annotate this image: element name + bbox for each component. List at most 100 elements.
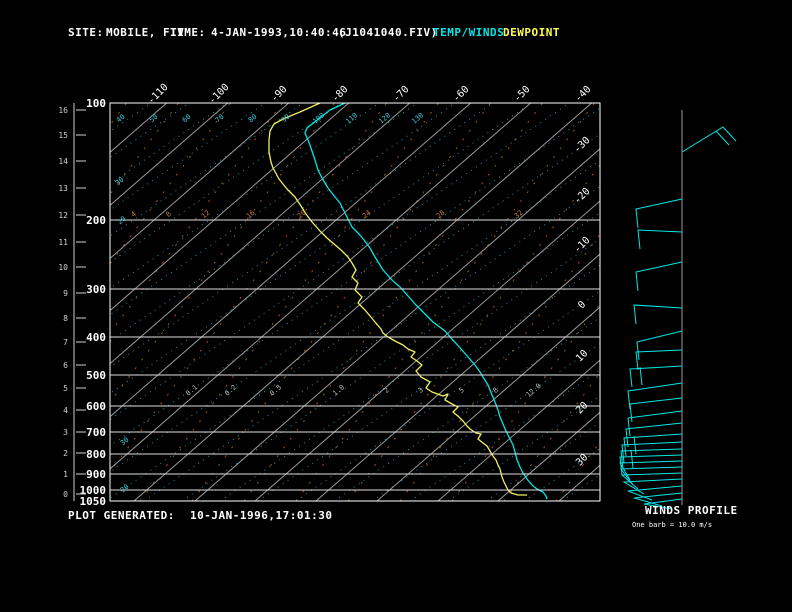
- dry-adiabat-label: 24: [361, 209, 373, 221]
- wind-barb: [637, 229, 683, 250]
- dry-adiabat-line: [0, 103, 23, 501]
- dry-adiabat-line: [451, 302, 600, 501]
- moist-adiabat-edge-label: 30: [114, 176, 126, 188]
- wind-barb: [619, 454, 683, 476]
- isotherm-line: [110, 103, 472, 418]
- moist-adiabat-label: 120: [377, 111, 392, 125]
- moist-adiabat-edge-label: 30: [119, 436, 131, 448]
- moist-adiabat-line: [447, 395, 600, 501]
- moist-adiabat-label: 130: [410, 111, 425, 125]
- moist-adiabat-line: [110, 103, 266, 211]
- wind-barb: [627, 382, 683, 410]
- moist-adiabat-line: [110, 103, 532, 395]
- moist-adiabat-line: [110, 133, 600, 473]
- temp-label-right: -20: [572, 186, 593, 207]
- pressure-tick-label: 700: [86, 426, 106, 439]
- moist-adiabat-label: 70: [214, 113, 226, 125]
- temp-label-top: -50: [512, 84, 533, 105]
- wind-barb: [636, 330, 683, 361]
- isotherm-line: [315, 253, 600, 501]
- height-tick-label: 7: [63, 338, 68, 347]
- wind-barb: [620, 448, 683, 470]
- wind-barb: [635, 261, 683, 292]
- dry-adiabat-label: 8: [165, 210, 173, 219]
- plot-frame: [109, 102, 601, 502]
- moist-adiabat-line: [110, 103, 304, 237]
- moist-adiabat-line: [523, 447, 600, 501]
- moist-adiabat-line: [257, 264, 600, 501]
- wind-barb: [619, 460, 683, 481]
- temp-label-right: -30: [572, 135, 593, 156]
- dry-adiabat-line: [139, 103, 439, 501]
- height-tick-label: 5: [63, 384, 68, 393]
- temp-label-top: -40: [573, 84, 594, 105]
- height-tick-label: 6: [63, 361, 68, 370]
- winds-profile-caption: One barb = 10.0 m/s: [632, 521, 713, 529]
- pressure-tick-label: 100: [86, 97, 106, 110]
- dry-adiabat-line: [555, 441, 600, 501]
- moist-adiabat-line: [110, 103, 114, 106]
- moist-adiabat-label: 90: [280, 113, 292, 125]
- dry-adiabat-line: [110, 103, 179, 196]
- moist-adiabat-line: [295, 290, 600, 501]
- isotherm-line: [558, 464, 600, 501]
- moist-adiabat-line: [110, 159, 600, 499]
- isotherm-line: [0, 103, 107, 501]
- temp-label-top: -80: [330, 84, 351, 105]
- moist-adiabat-line: [110, 103, 190, 159]
- height-tick-label: 10: [58, 263, 68, 272]
- height-tick-label: 9: [63, 289, 68, 298]
- mixing-ratio-label: 5: [458, 386, 466, 395]
- pressure-tick-label: 900: [86, 468, 106, 481]
- sounding-screen: SITE: MOBILE, FIV TIME: 4-JAN-1993,10:40…: [0, 0, 792, 612]
- wind-barb: [630, 449, 634, 469]
- temp-label-right: -10: [572, 235, 593, 256]
- moist-adiabat-label: 50: [148, 113, 160, 125]
- moist-adiabat-line: [110, 103, 456, 342]
- mixing-ratio-label: 3: [417, 386, 425, 395]
- plot-generated-label: PLOT GENERATED:: [68, 509, 175, 522]
- moist-adiabat-label: 40: [115, 113, 127, 125]
- wind-barb: [639, 366, 643, 386]
- isotherm-line: [620, 103, 792, 501]
- mixing-ratio-label: 2: [383, 386, 391, 395]
- moist-adiabat-edge-label: 20: [119, 483, 131, 495]
- pressure-tick-label: 500: [86, 369, 106, 382]
- moist-adiabat-line: [485, 421, 600, 501]
- wind-barb: [629, 397, 683, 423]
- moist-adiabat-line: [409, 369, 600, 501]
- isotherm-line: [254, 200, 600, 501]
- pressure-tick-label: 800: [86, 448, 106, 461]
- dry-adiabat-line: [243, 103, 543, 501]
- pressure-tick-label: 200: [86, 214, 106, 227]
- temp-label-right: 10: [574, 348, 590, 364]
- moist-adiabat-line: [0, 103, 37, 501]
- pressure-tick-label: 600: [86, 400, 106, 413]
- height-tick-label: 8: [63, 314, 68, 323]
- isotherm-line: [133, 103, 593, 501]
- dry-adiabat-line: [110, 103, 231, 265]
- height-tick-label: 3: [63, 428, 68, 437]
- mixing-ratio-label: 8: [492, 386, 500, 395]
- isotherm-line: [194, 148, 600, 501]
- moist-adiabat-edge-label: 20: [116, 215, 128, 227]
- dry-adiabat-line: [347, 164, 600, 501]
- height-tick-label: 14: [58, 157, 68, 166]
- temp-label-top: -60: [451, 84, 472, 105]
- isotherm-line: [437, 359, 600, 501]
- moist-adiabat-label: 100: [311, 111, 326, 125]
- moist-adiabat-label: 80: [247, 113, 259, 125]
- height-tick-label: 4: [63, 406, 68, 415]
- dry-adiabat-label: 32: [513, 209, 525, 221]
- pressure-tick-label: 1050: [80, 495, 107, 508]
- moist-adiabat-line: [110, 103, 228, 185]
- mixing-ratio-label: 0.1: [184, 383, 199, 397]
- height-tick-label: 1: [63, 470, 68, 479]
- moist-adiabat-line: [561, 474, 600, 501]
- wind-barb: [633, 435, 637, 455]
- isotherm-line: [110, 103, 350, 312]
- mixing-ratio-label: 1.0: [331, 383, 346, 397]
- moist-adiabat-label: 110: [344, 111, 359, 125]
- height-tick-label: 13: [58, 184, 68, 193]
- dry-adiabat-line: [110, 103, 335, 404]
